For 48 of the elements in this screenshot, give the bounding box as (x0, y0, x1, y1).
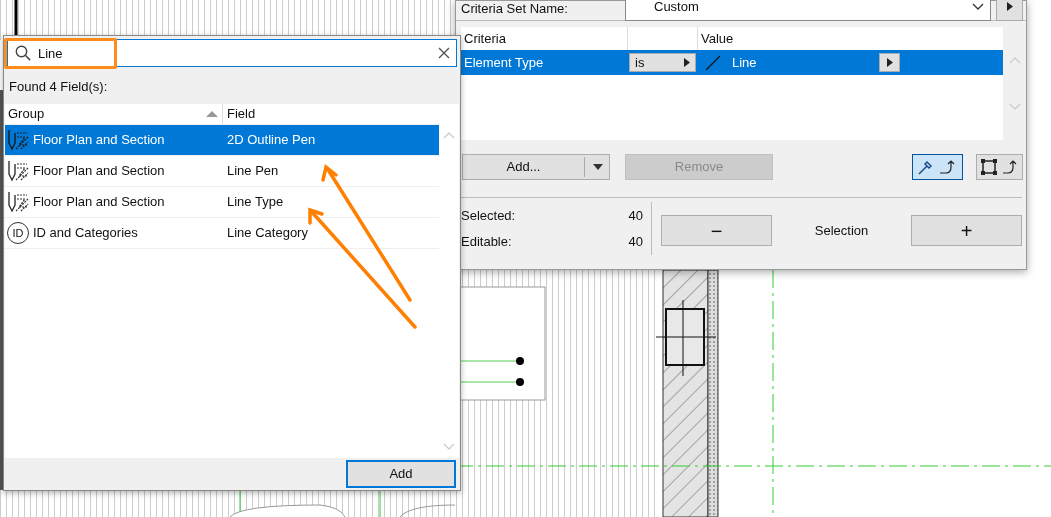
add-button[interactable]: Add (346, 460, 456, 488)
search-icon (15, 45, 31, 61)
selection-label: Selection (813, 221, 870, 240)
sort-ascending-icon (206, 111, 218, 117)
group-name: Floor Plan and Section (33, 162, 165, 181)
triangle-right-icon (886, 58, 893, 67)
field-name: Line Pen (226, 162, 279, 181)
line-icon (705, 54, 721, 71)
search-field[interactable]: Line (7, 39, 457, 67)
pen-hatch-icon (7, 160, 29, 182)
pick-toggle[interactable] (912, 154, 963, 180)
close-icon[interactable] (438, 47, 450, 59)
curved-arrow-icon (1002, 160, 1019, 174)
triangle-right-icon (1006, 2, 1013, 11)
value-arrow-button[interactable] (879, 53, 900, 72)
stat-label: Selected: (461, 207, 516, 225)
triangle-right-icon (684, 58, 690, 67)
group-name: ID and Categories (33, 224, 138, 243)
stat-value: 40 (628, 232, 643, 251)
caret-icon (593, 164, 603, 170)
group-name: Floor Plan and Section (33, 193, 165, 212)
add-split-button[interactable]: Add... (462, 154, 610, 180)
eyedropper-icon (917, 159, 932, 175)
group-name: Floor Plan and Section (33, 131, 165, 150)
menu-arrow-button[interactable] (996, 0, 1023, 21)
marquee-toggle[interactable] (976, 154, 1023, 180)
field-name: Line Type (226, 193, 284, 212)
pen-hatch-icon (7, 129, 29, 151)
field-row[interactable]: Floor Plan and Section 2D Outline Pen (5, 125, 439, 156)
column-header[interactable]: Value (698, 27, 734, 50)
column-header[interactable]: Group (5, 104, 223, 124)
operator-button[interactable]: is (629, 53, 696, 72)
column-header[interactable]: Field (223, 104, 256, 124)
field-name: Line Category (226, 224, 308, 243)
pen-hatch-icon (7, 191, 29, 213)
selection-minus-button[interactable]: − (661, 215, 772, 246)
selection-plus-button[interactable]: + (911, 215, 1022, 246)
square-corners-icon (980, 159, 997, 175)
criteria-row[interactable]: Element Type is Line (461, 50, 1003, 75)
criteria-name: Element Type (463, 53, 545, 72)
set-name-dropdown[interactable]: Custom (625, 0, 991, 21)
field-name: 2D Outline Pen (226, 131, 316, 150)
found-count-label: Found 4 Field(s): (9, 78, 109, 93)
criteria-value: Line (732, 53, 758, 72)
stat-value: 40 (628, 207, 643, 225)
set-name-label: Criteria Set Name: (461, 0, 569, 18)
stat-label: Editable: (461, 232, 512, 251)
chevron-down-icon (972, 2, 984, 11)
